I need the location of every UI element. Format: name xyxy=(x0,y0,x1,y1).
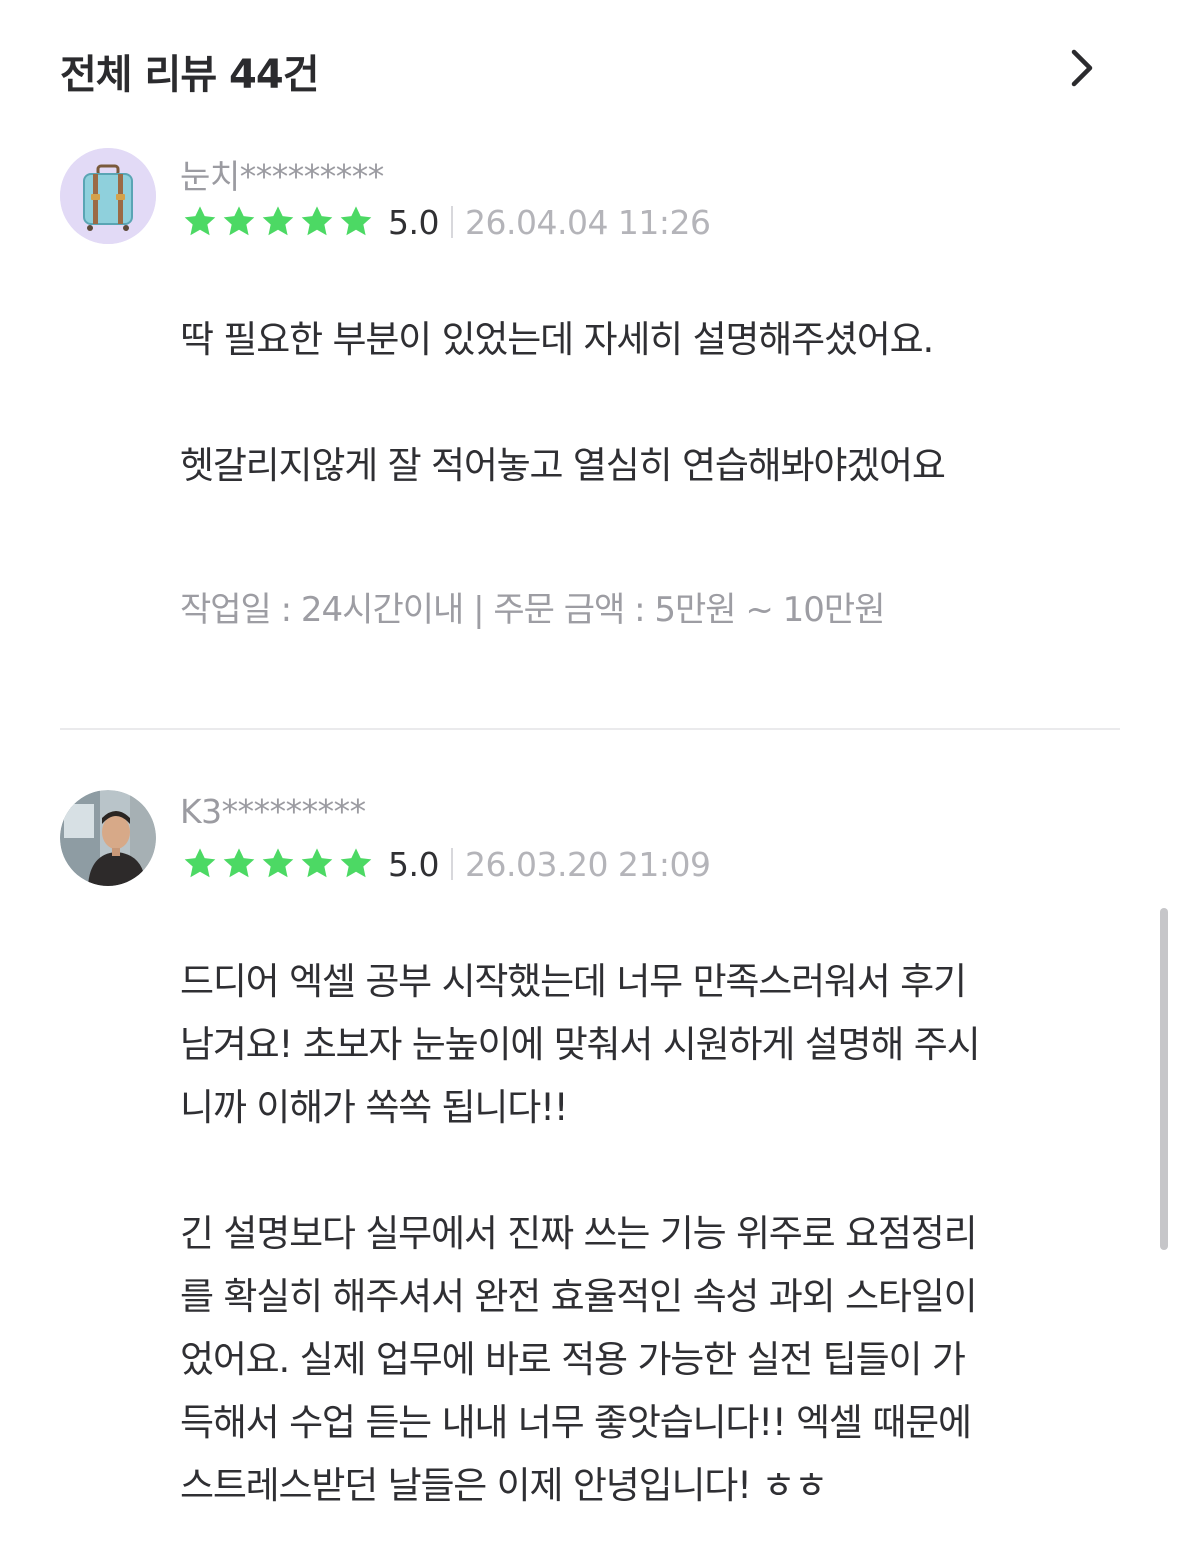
separator xyxy=(450,848,453,880)
review-divider xyxy=(60,728,1120,730)
star-icon xyxy=(262,848,294,878)
order-meta: 작업일 : 24시간이내 | 주문 금액 : 5만원 ~ 10만원 xyxy=(180,590,885,630)
separator xyxy=(450,206,453,238)
review-line: 드디어 엑셀 공부 시작했는데 너무 만족스러워서 후기 xyxy=(180,960,967,1003)
star-icon xyxy=(223,848,255,878)
reviews-title: 전체 리뷰 44건 xyxy=(60,52,320,98)
rating-row: 5.0 26.03.20 21:09 xyxy=(182,844,711,884)
review-line: 긴 설명보다 실무에서 진짜 쓰는 기능 위주로 요점정리 xyxy=(180,1212,978,1255)
star-icon xyxy=(262,206,294,236)
review-line: 딱 필요한 부분이 있었는데 자세히 설명해주셨어요. xyxy=(180,318,934,361)
scrollbar-thumb[interactable] xyxy=(1160,908,1168,1250)
review-line: 남겨요! 초보자 눈높이에 맞춰서 시원하게 설명해 주시 xyxy=(180,1023,981,1066)
reviewer-nickname: 눈치********* xyxy=(180,157,384,196)
reviewer-nickname: K3********* xyxy=(180,792,366,831)
star-rating xyxy=(182,846,374,882)
rating-score: 5.0 xyxy=(388,202,439,242)
star-icon xyxy=(301,206,333,236)
star-icon xyxy=(301,848,333,878)
review-line: 었어요. 실제 업무에 바로 적용 가능한 실전 팁들이 가 xyxy=(180,1338,966,1381)
review-line xyxy=(180,1139,1120,1202)
review-date: 26.04.04 11:26 xyxy=(464,202,711,242)
review-body: 딱 필요한 부분이 있었는데 자세히 설명해주셨어요. 헷갈리지않게 잘 적어놓… xyxy=(180,308,1120,497)
star-icon xyxy=(340,848,372,878)
user-photo-icon xyxy=(60,790,156,886)
user-photo-avatar xyxy=(60,790,156,886)
review-date: 26.03.20 21:09 xyxy=(464,844,711,884)
reviews-header[interactable]: 전체 리뷰 44건 xyxy=(60,38,1118,100)
review-line: 득해서 수업 듣는 내내 너무 좋앗습니다!! 엑셀 때문에 xyxy=(180,1401,972,1444)
review-item: 눈치********* 5.0 26.04.04 11:26 딱 필요한 부분이… xyxy=(60,148,1120,708)
review-line: 니까 이해가 쏙쏙 됩니다!! xyxy=(180,1086,569,1129)
star-icon xyxy=(184,848,216,878)
review-line: 스트레스받던 날들은 이제 안녕입니다! ㅎㅎ xyxy=(180,1464,828,1507)
review-item: K3********* 5.0 26.03.20 21:09 드디어 엑셀 공부… xyxy=(60,790,1120,1554)
rating-score: 5.0 xyxy=(388,844,439,884)
reviews-page: 전체 리뷰 44건 눈치********* 5.0 26.04.04 11:26… xyxy=(0,0,1179,1554)
review-line: 헷갈리지않게 잘 적어놓고 열심히 연습해봐야겠어요 xyxy=(180,444,946,487)
rating-row: 5.0 26.04.04 11:26 xyxy=(182,202,711,242)
review-line xyxy=(180,371,1120,434)
review-line: 를 확실히 해주셔서 완전 효율적인 속성 과외 스타일이 xyxy=(180,1275,978,1318)
star-rating xyxy=(182,204,374,240)
suitcase-avatar xyxy=(60,148,156,244)
star-icon xyxy=(340,206,372,236)
suitcase-icon xyxy=(60,148,156,244)
star-icon xyxy=(184,206,216,236)
chevron-right-icon[interactable] xyxy=(1058,44,1102,92)
star-icon xyxy=(223,206,255,236)
review-body: 드디어 엑셀 공부 시작했는데 너무 만족스러워서 후기 남겨요! 초보자 눈높… xyxy=(180,950,1120,1517)
